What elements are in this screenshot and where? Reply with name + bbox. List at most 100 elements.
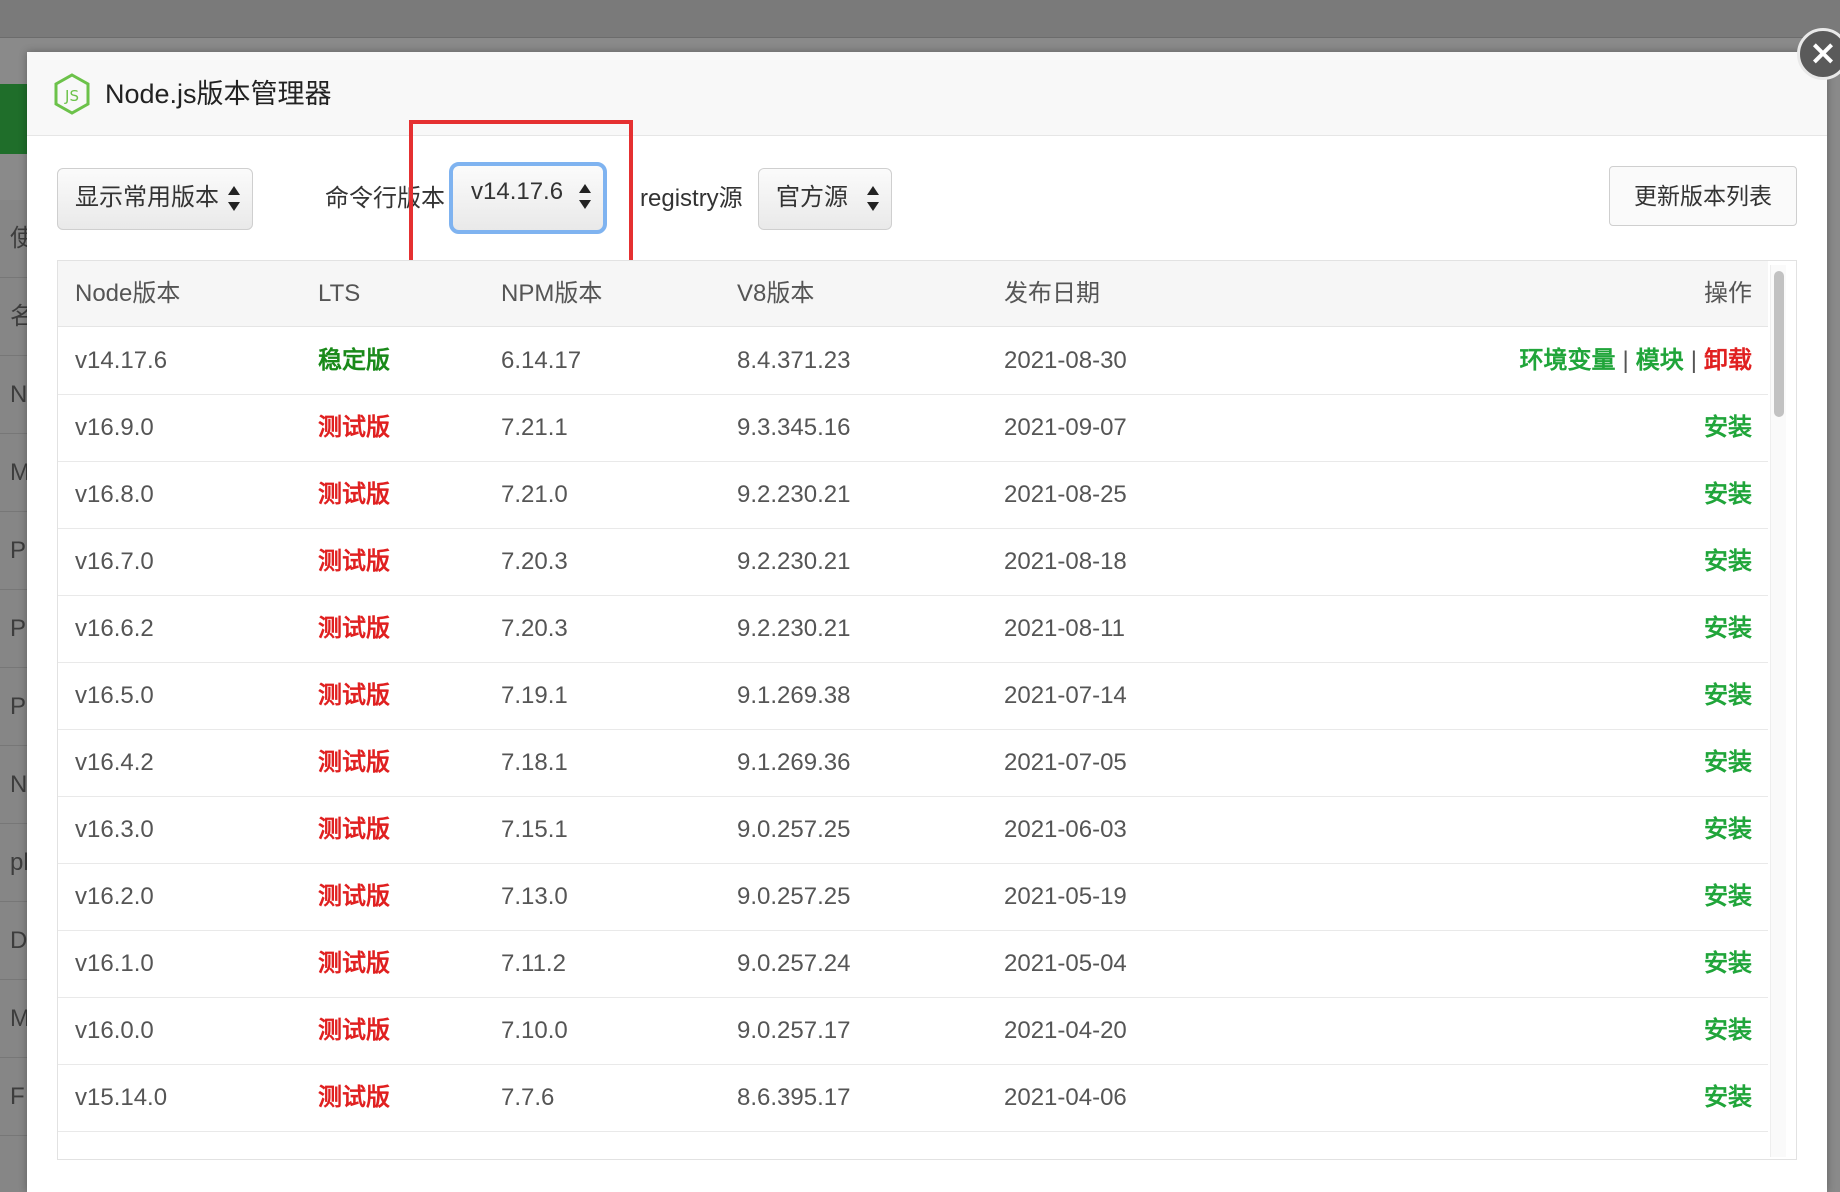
table-header: Node版本 LTS NPM版本 V8版本 发布日期 操作 bbox=[58, 261, 1768, 327]
background-sidebar-item: 名称 bbox=[0, 278, 30, 356]
cell-npm-version: 7.15.1 bbox=[501, 797, 568, 863]
cell-node-version: v16.2.0 bbox=[75, 864, 154, 930]
scrollbar-thumb[interactable] bbox=[1774, 271, 1784, 417]
background-sidebar-item: P bbox=[0, 512, 30, 590]
background-sidebar-item: D bbox=[0, 902, 30, 980]
table-row: v14.17.6稳定版6.14.178.4.371.232021-08-30环境… bbox=[58, 328, 1768, 395]
cell-node-version: v16.3.0 bbox=[75, 797, 154, 863]
cell-actions: 安装 bbox=[1704, 998, 1752, 1064]
header-v8-version: V8版本 bbox=[737, 261, 814, 327]
cell-actions: 安装 bbox=[1704, 864, 1752, 930]
version-filter-select[interactable]: 显示常用版本 bbox=[57, 168, 253, 230]
env-variables-link[interactable]: 环境变量 bbox=[1520, 347, 1616, 374]
cell-lts: 稳定版 bbox=[318, 328, 390, 394]
background-sidebar-item: M bbox=[0, 980, 30, 1058]
cell-npm-version: 7.21.0 bbox=[501, 462, 568, 528]
highlight-box bbox=[409, 120, 633, 266]
registry-label: registry源 bbox=[640, 168, 743, 230]
install-link[interactable]: 安装 bbox=[1704, 883, 1752, 910]
close-icon[interactable]: × bbox=[1797, 28, 1840, 80]
cell-node-version: v16.0.0 bbox=[75, 998, 154, 1064]
cell-lts: 测试版 bbox=[318, 1065, 390, 1131]
background-sidebar-item: pl bbox=[0, 824, 30, 902]
cell-lts: 测试版 bbox=[318, 797, 390, 863]
install-link[interactable]: 安装 bbox=[1704, 1017, 1752, 1044]
cell-npm-version: 7.20.3 bbox=[501, 596, 568, 662]
cell-node-version: v16.6.2 bbox=[75, 596, 154, 662]
registry-select[interactable]: 官方源 bbox=[758, 168, 892, 230]
cell-v8-version: 9.2.230.21 bbox=[737, 529, 850, 595]
cell-lts: 测试版 bbox=[318, 395, 390, 461]
install-link[interactable]: 安装 bbox=[1704, 481, 1752, 508]
table-row: v16.3.0测试版7.15.19.0.257.252021-06-03安装 bbox=[58, 797, 1768, 864]
install-link[interactable]: 安装 bbox=[1704, 414, 1752, 441]
cell-npm-version: 7.18.1 bbox=[501, 730, 568, 796]
install-link[interactable]: 安装 bbox=[1704, 749, 1752, 776]
cell-v8-version: 8.6.395.17 bbox=[737, 1065, 850, 1131]
cell-lts: 测试版 bbox=[318, 596, 390, 662]
cell-release-date: 2021-08-18 bbox=[1004, 529, 1127, 595]
cell-node-version: v14.17.6 bbox=[75, 328, 167, 394]
cell-lts: 测试版 bbox=[318, 730, 390, 796]
cell-v8-version: 9.0.257.17 bbox=[737, 998, 850, 1064]
background-sidebar-item: F bbox=[0, 1058, 30, 1136]
cell-node-version: v16.7.0 bbox=[75, 529, 154, 595]
cell-v8-version: 9.0.257.25 bbox=[737, 864, 850, 930]
cell-node-version: v15.14.0 bbox=[75, 1065, 167, 1131]
install-link[interactable]: 安装 bbox=[1704, 615, 1752, 642]
cell-release-date: 2021-06-03 bbox=[1004, 797, 1127, 863]
uninstall-link[interactable]: 卸载 bbox=[1704, 347, 1752, 374]
cell-v8-version: 9.1.269.38 bbox=[737, 663, 850, 729]
cell-release-date: 2021-05-04 bbox=[1004, 931, 1127, 997]
cell-actions: 环境变量|模块|卸载 bbox=[1520, 328, 1752, 394]
header-actions: 操作 bbox=[1704, 261, 1752, 327]
install-link[interactable]: 安装 bbox=[1704, 548, 1752, 575]
version-table: Node版本 LTS NPM版本 V8版本 发布日期 操作 v14.17.6 稳定… bbox=[57, 260, 1797, 1160]
cell-actions: 安装 bbox=[1704, 462, 1752, 528]
dialog-title: Node.js版本管理器 bbox=[105, 74, 332, 114]
cell-v8-version: 9.2.230.21 bbox=[737, 462, 850, 528]
cell-release-date: 2021-07-14 bbox=[1004, 663, 1127, 729]
background-green-tab bbox=[0, 84, 30, 154]
cell-npm-version: 7.13.0 bbox=[501, 864, 568, 930]
cell-lts: 测试版 bbox=[318, 998, 390, 1064]
cell-lts: 测试版 bbox=[318, 864, 390, 930]
cell-actions: 安装 bbox=[1704, 1065, 1752, 1131]
modules-link[interactable]: 模块 bbox=[1636, 347, 1684, 374]
background-topbar bbox=[0, 0, 1840, 38]
install-link[interactable]: 安装 bbox=[1704, 816, 1752, 843]
select-arrows-icon bbox=[228, 186, 240, 214]
version-filter-value: 显示常用版本 bbox=[75, 184, 219, 211]
table-scrollbar[interactable] bbox=[1770, 265, 1786, 1157]
cell-lts: 测试版 bbox=[318, 663, 390, 729]
table-row: v16.2.0 测试版 7.13.0 9.0.257.25 2021-05-19 安装 bbox=[58, 864, 1768, 931]
cell-v8-version: 9.1.269.36 bbox=[737, 730, 850, 796]
cell-lts: 测试版 bbox=[318, 529, 390, 595]
background-sidebar-item: 使用 bbox=[0, 200, 30, 278]
cell-v8-version: 9.3.345.16 bbox=[737, 395, 850, 461]
cell-node-version: v16.4.2 bbox=[75, 730, 154, 796]
cell-release-date: 2021-05-19 bbox=[1004, 864, 1127, 930]
table-row: v16.4.2 测试版 7.18.1 9.1.269.36 2021-07-05 安装 bbox=[58, 730, 1768, 797]
cell-actions: 安装 bbox=[1704, 797, 1752, 863]
cell-npm-version: 6.14.17 bbox=[501, 328, 581, 394]
cell-actions: 安装 bbox=[1704, 730, 1752, 796]
header-npm-version: NPM版本 bbox=[501, 261, 602, 327]
install-link[interactable]: 安装 bbox=[1704, 682, 1752, 709]
header-node-version: Node版本 bbox=[75, 261, 180, 327]
install-link[interactable]: 安装 bbox=[1704, 1084, 1752, 1111]
update-version-list-button[interactable]: 更新版本列表 bbox=[1609, 166, 1797, 226]
cell-release-date: 2021-08-25 bbox=[1004, 462, 1127, 528]
table-row: v16.6.2测试版7.20.39.2.230.212021-08-11安装 bbox=[58, 596, 1768, 663]
registry-value: 官方源 bbox=[776, 184, 848, 211]
cell-release-date: 2021-04-06 bbox=[1004, 1065, 1127, 1131]
table-row: v16.5.0测试版7.19.19.1.269.382021-07-14安装 bbox=[58, 663, 1768, 730]
cell-v8-version: 9.0.257.24 bbox=[737, 931, 850, 997]
cell-npm-version: 7.7.6 bbox=[501, 1065, 554, 1131]
background-sidebar: 使用名称NMPPPNplDMF bbox=[0, 200, 30, 1192]
svg-text:JS: JS bbox=[64, 87, 79, 105]
nodejs-version-manager-dialog: JS Node.js版本管理器 显示常用版本 命令行版本 v14.17.6 re… bbox=[27, 52, 1827, 1192]
table-row: v16.0.0测试版7.10.09.0.257.172021-04-20安装 bbox=[58, 998, 1768, 1065]
install-link[interactable]: 安装 bbox=[1704, 950, 1752, 977]
cell-release-date: 2021-07-05 bbox=[1004, 730, 1127, 796]
